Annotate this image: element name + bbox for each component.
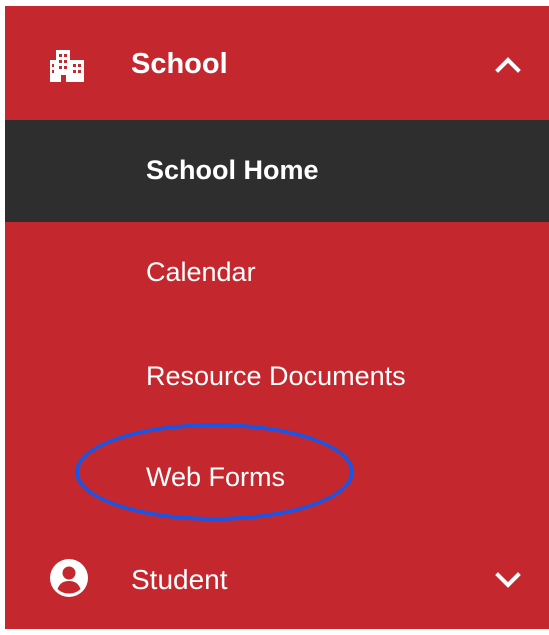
user-circle-icon [50,559,88,597]
menu-item-calendar[interactable]: Calendar [5,222,549,324]
menu-item-label: School Home [146,155,319,185]
chevron-up-icon[interactable] [495,54,521,74]
menu-item-web-forms[interactable]: Web Forms [5,426,549,528]
menu-item-label: Resource Documents [146,361,406,391]
side-menu: School School Home Calendar Resource Doc… [5,6,549,629]
school-section-header[interactable]: School [5,6,549,120]
school-section-label: School [131,48,228,80]
school-building-icon [50,50,84,82]
student-section-label: Student [131,564,228,595]
menu-item-school-home[interactable]: School Home [5,120,549,222]
chevron-down-icon[interactable] [495,570,521,590]
menu-item-label: Web Forms [146,462,286,492]
menu-item-label: Calendar [146,257,256,287]
menu-item-resource-documents[interactable]: Resource Documents [5,324,549,426]
